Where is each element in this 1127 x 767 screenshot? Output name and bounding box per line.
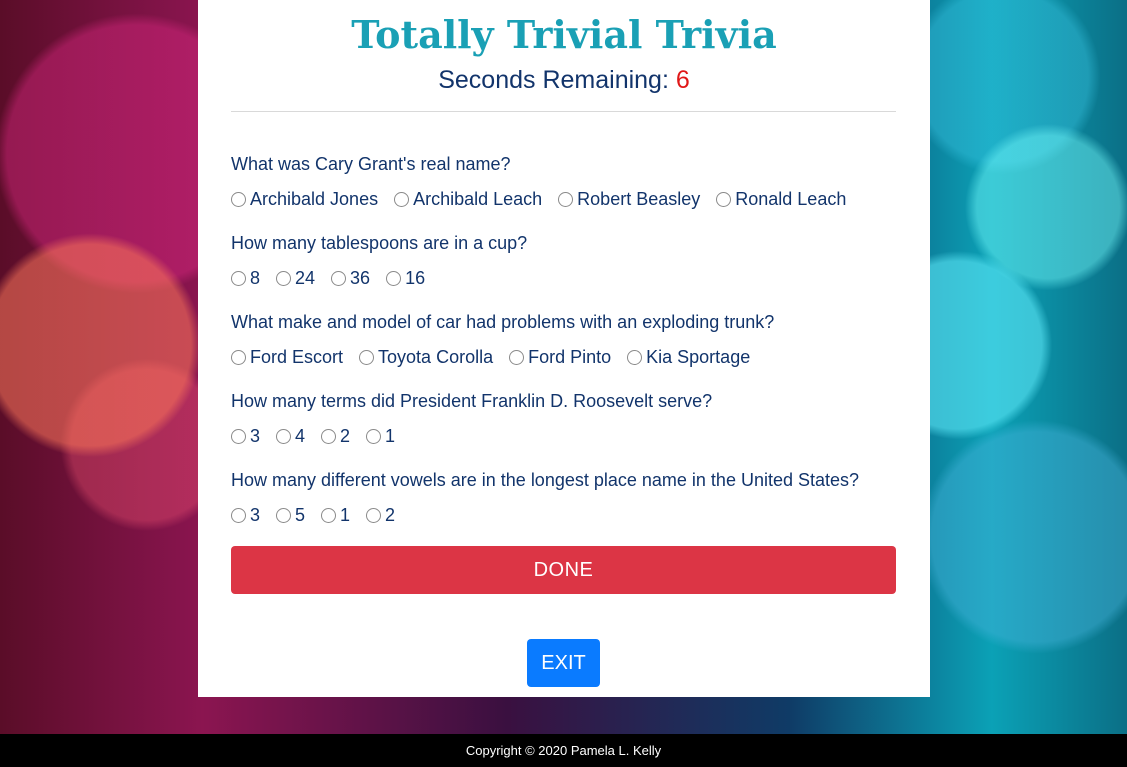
divider (231, 111, 896, 112)
question-5-options: 3 5 1 2 (231, 503, 911, 527)
radio-button[interactable] (386, 270, 402, 286)
option-label: 16 (405, 268, 426, 288)
question-5-option-2[interactable]: 5 (276, 503, 305, 527)
option-label: Archibald Leach (413, 189, 543, 209)
question-4-option-3[interactable]: 2 (321, 424, 350, 448)
radio-button[interactable] (231, 191, 246, 207)
radio-button[interactable] (231, 507, 246, 523)
question-5-option-3[interactable]: 1 (321, 503, 350, 527)
question-2-option-2[interactable]: 24 (276, 266, 315, 290)
question-3-options: Ford Escort Toyota Corolla Ford Pinto Ki… (231, 345, 911, 369)
radio-button[interactable] (231, 270, 246, 286)
question-3-text: What make and model of car had problems … (231, 312, 775, 332)
question-list: What was Cary Grant's real name? Archiba… (231, 152, 911, 547)
question-5-option-4[interactable]: 2 (366, 503, 395, 527)
radio-button[interactable] (716, 191, 732, 207)
exit-button[interactable]: EXIT (527, 639, 600, 687)
radio-button[interactable] (331, 270, 347, 286)
option-label: 24 (295, 268, 316, 288)
question-5-option-1[interactable]: 3 (231, 503, 260, 527)
trivia-card: Totally Trivial Trivia Seconds Remaining… (198, 0, 930, 697)
option-label: 2 (385, 505, 396, 525)
option-label: 3 (250, 426, 261, 446)
question-3-option-2[interactable]: Toyota Corolla (359, 345, 493, 369)
option-label: Ford Escort (250, 347, 344, 367)
radio-button[interactable] (231, 428, 246, 444)
option-label: Ronald Leach (735, 189, 847, 209)
radio-button[interactable] (558, 191, 574, 207)
question-3-option-4[interactable]: Kia Sportage (627, 345, 750, 369)
option-label: Kia Sportage (646, 347, 751, 367)
question-4-text: How many terms did President Franklin D.… (231, 391, 713, 411)
timer-line: Seconds Remaining: 6 (198, 66, 930, 95)
question-4-option-1[interactable]: 3 (231, 424, 260, 448)
question-4-option-4[interactable]: 1 (366, 424, 395, 448)
radio-button[interactable] (627, 349, 643, 365)
page-title: Totally Trivial Trivia (351, 12, 777, 57)
question-5: How many different vowels are in the lon… (231, 468, 911, 547)
question-2-text: How many tablespoons are in a cup? (231, 233, 528, 253)
question-1-option-1[interactable]: Archibald Jones (231, 187, 378, 211)
radio-button[interactable] (321, 428, 337, 444)
footer: Copyright © 2020 Pamela L. Kelly (0, 734, 1127, 767)
question-1-options: Archibald Jones Archibald Leach Robert B… (231, 187, 911, 211)
radio-button[interactable] (276, 507, 292, 523)
radio-button[interactable] (276, 428, 292, 444)
option-label: 1 (340, 505, 351, 525)
radio-button[interactable] (231, 349, 246, 365)
option-label: 3 (250, 505, 261, 525)
question-1-option-3[interactable]: Robert Beasley (558, 187, 700, 211)
option-label: 8 (250, 268, 261, 288)
question-2-option-3[interactable]: 36 (331, 266, 370, 290)
question-3-option-1[interactable]: Ford Escort (231, 345, 343, 369)
question-2-option-4[interactable]: 16 (386, 266, 425, 290)
radio-button[interactable] (359, 349, 375, 365)
option-label: 1 (385, 426, 396, 446)
question-3-option-3[interactable]: Ford Pinto (509, 345, 611, 369)
radio-button[interactable] (366, 507, 382, 523)
question-2: How many tablespoons are in a cup? 8 24 … (231, 231, 911, 310)
question-1-text: What was Cary Grant's real name? (231, 154, 511, 174)
option-label: 4 (295, 426, 306, 446)
question-1-option-4[interactable]: Ronald Leach (716, 187, 846, 211)
timer-label: Seconds Remaining: (438, 66, 676, 94)
radio-button[interactable] (366, 428, 382, 444)
option-label: 5 (295, 505, 306, 525)
done-button[interactable]: DONE (231, 546, 896, 594)
question-4: How many terms did President Franklin D.… (231, 389, 911, 468)
radio-button[interactable] (394, 191, 410, 207)
option-label: Robert Beasley (577, 189, 701, 209)
copyright-text: Copyright © 2020 Pamela L. Kelly (465, 743, 662, 758)
option-label: 36 (350, 268, 371, 288)
question-2-options: 8 24 36 16 (231, 266, 911, 290)
question-3: What make and model of car had problems … (231, 310, 911, 389)
option-label: Toyota Corolla (378, 347, 494, 367)
timer-value: 6 (675, 66, 690, 94)
question-5-text: How many different vowels are in the lon… (231, 470, 860, 490)
option-label: 2 (340, 426, 351, 446)
question-1: What was Cary Grant's real name? Archiba… (231, 152, 911, 231)
radio-button[interactable] (276, 270, 292, 286)
option-label: Ford Pinto (528, 347, 612, 367)
radio-button[interactable] (321, 507, 337, 523)
option-label: Archibald Jones (250, 189, 379, 209)
question-4-options: 3 4 2 1 (231, 424, 911, 448)
question-1-option-2[interactable]: Archibald Leach (394, 187, 542, 211)
question-2-option-1[interactable]: 8 (231, 266, 260, 290)
question-4-option-2[interactable]: 4 (276, 424, 305, 448)
radio-button[interactable] (509, 349, 525, 365)
